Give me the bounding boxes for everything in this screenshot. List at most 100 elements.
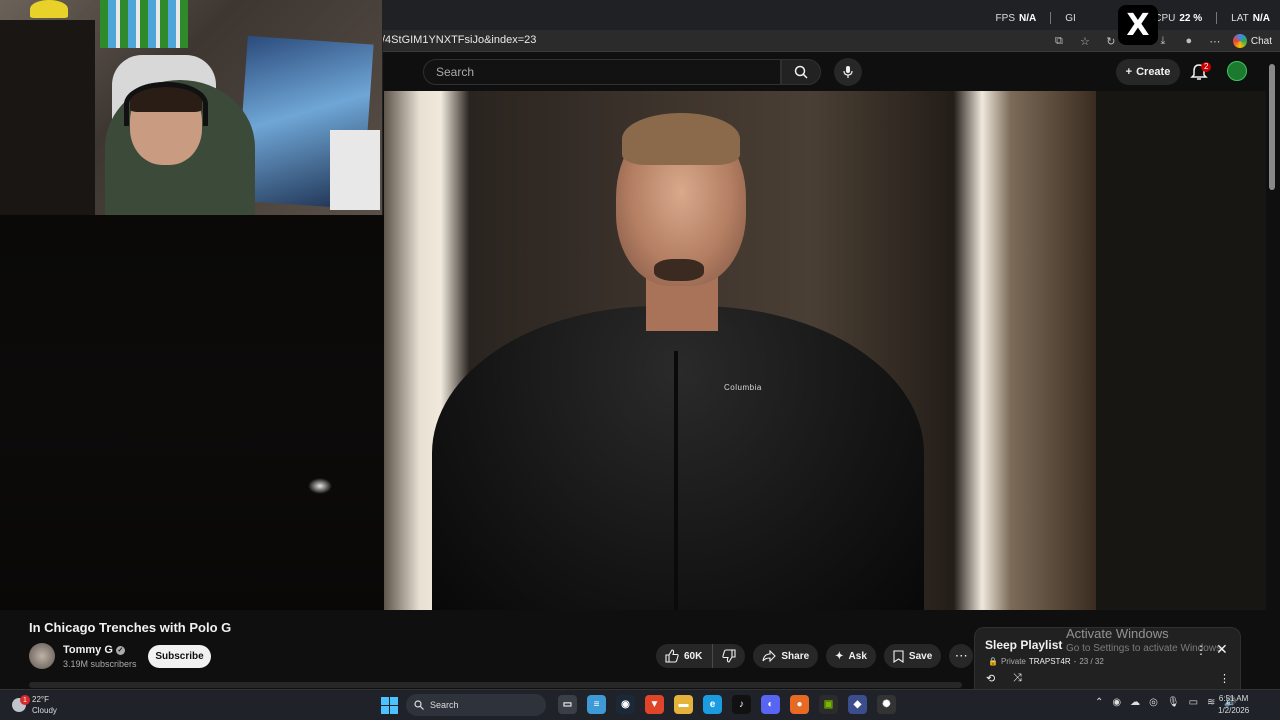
webcam-yellow-hat (30, 0, 68, 18)
verified-badge-icon: ✓ (115, 645, 125, 655)
webcam-pixel-poster (100, 0, 188, 48)
discord-icon[interactable]: ◐ (761, 695, 780, 714)
shuffle-icon[interactable]: ⤨ (1013, 672, 1022, 685)
ask-label: Ask (848, 650, 867, 662)
loop-icon[interactable]: ⟲ (986, 672, 995, 685)
location-icon[interactable]: ◎ (1149, 697, 1158, 708)
weather-text: 22°F Cloudy (32, 694, 57, 716)
microphone-icon[interactable]: 🎙 (1167, 697, 1180, 708)
youtube-header: Search + Create 2 (383, 52, 1280, 90)
chat-button[interactable]: Chat (1232, 34, 1272, 48)
video-subject-hair (622, 113, 740, 165)
playlist-meta: 🔒 Private TRAPST4R - 23 / 32 (988, 657, 1104, 666)
like-count: 60K (684, 650, 703, 662)
weather-description: Cloudy (32, 706, 57, 715)
video-subject-beard (654, 259, 704, 281)
notepad-icon[interactable]: ≡ (587, 695, 606, 714)
notification-count-badge: 2 (1201, 62, 1212, 72)
lock-icon: 🔒 (988, 657, 998, 666)
ask-button[interactable]: ✦ Ask (826, 644, 876, 668)
start-button-icon[interactable] (381, 697, 398, 714)
webcam-shoe-shelf (0, 20, 95, 215)
search-input[interactable]: Search (423, 59, 781, 85)
task-view-icon[interactable]: ▭ (558, 695, 577, 714)
show-hidden-icons-icon[interactable]: ⌃ (1095, 697, 1103, 708)
brave-icon[interactable]: ▼ (645, 695, 664, 714)
steam-icon[interactable]: ◉ (616, 695, 635, 714)
jacket-brand-logo: Columbia (724, 383, 762, 392)
more-actions-button[interactable]: ⋯ (949, 644, 974, 668)
browser-toolbar: ⧉ ☆ ↻ ✦ ⤓ ● ⋯ Chat (1051, 32, 1272, 50)
favorite-star-icon[interactable]: ☆ (1077, 33, 1093, 49)
video-subject-jacket (432, 306, 924, 610)
playlist-privacy: Private (1000, 657, 1026, 666)
channel-name[interactable]: Tommy G ✓ (63, 644, 125, 656)
share-icon (762, 650, 777, 662)
description-box-edge (29, 682, 962, 688)
search-placeholder: Search (436, 65, 475, 79)
taskbar-search[interactable]: Search (406, 694, 546, 716)
thumbs-down-icon (722, 649, 736, 663)
background-light (308, 478, 332, 494)
account-avatar[interactable] (1227, 61, 1247, 81)
clock-time: 6:51 AM (1218, 694, 1249, 703)
clock-date: 1/2/2026 (1218, 706, 1250, 715)
webcam-overlay (0, 0, 383, 215)
cpu-stat: CPU 22 % (1154, 12, 1203, 24)
voice-search-button[interactable] (834, 58, 862, 86)
create-button[interactable]: + Create (1116, 59, 1180, 85)
more-horizontal-icon: ⋯ (954, 648, 968, 663)
steam-tray-icon[interactable]: ◉ (1112, 697, 1121, 708)
weather-widget[interactable]: 1 22°F Cloudy (12, 694, 57, 716)
refresh-extension-icon[interactable]: ↻ (1103, 33, 1119, 49)
copilot-icon (1232, 34, 1247, 48)
file-explorer-icon[interactable]: ▬ (674, 695, 693, 714)
video-player[interactable]: Columbia (384, 91, 1096, 610)
search-button[interactable] (781, 59, 821, 85)
app-icon[interactable]: ◆ (848, 695, 867, 714)
onedrive-icon[interactable]: ☁ (1130, 697, 1140, 708)
search-icon (794, 65, 808, 79)
tiktok-icon[interactable]: ♪ (732, 695, 751, 714)
chatgpt-icon[interactable]: ✺ (877, 695, 896, 714)
share-button[interactable]: Share (753, 644, 819, 668)
subscriber-count: 3.19M subscribers (63, 659, 137, 669)
fps-stat: FPS N/A (995, 12, 1037, 24)
profile-avatar-icon[interactable]: ● (1181, 33, 1197, 49)
plus-icon: + (1125, 66, 1133, 78)
playlist-position: 23 / 32 (1079, 657, 1104, 666)
playlist-owner[interactable]: TRAPST4R (1029, 657, 1071, 666)
chat-label: Chat (1250, 35, 1272, 47)
firefox-icon[interactable]: ● (790, 695, 809, 714)
playlist-title[interactable]: Sleep Playlist (985, 638, 1062, 652)
display-icon[interactable]: ▭ (1189, 697, 1198, 708)
x-logo-icon: X (1118, 5, 1158, 45)
dislike-button[interactable] (713, 644, 745, 668)
like-button[interactable]: 60K (656, 644, 714, 668)
playlist-separator: - (1073, 657, 1077, 666)
nvidia-icon[interactable]: ▣ (819, 695, 838, 714)
cloud-icon: 1 (12, 695, 30, 712)
wifi-icon[interactable]: ≋ (1207, 697, 1215, 708)
jacket-zipper (674, 351, 678, 610)
video-letterbox-right (1096, 91, 1266, 610)
subscribe-button[interactable]: Subscribe (148, 645, 211, 668)
channel-avatar[interactable] (29, 643, 55, 669)
video-title: In Chicago Trenches with Polo G (29, 620, 232, 635)
taskbar-apps: ▭ ≡ ◉ ▼ ▬ e ♪ ◐ ● ▣ ◆ ✺ (558, 695, 896, 714)
search-icon (414, 700, 424, 710)
save-button[interactable]: Save (883, 644, 942, 668)
edge-icon[interactable]: e (703, 695, 722, 714)
page-scrollbar[interactable] (1269, 64, 1275, 190)
weather-temperature: 22°F (32, 695, 49, 704)
playlist-more-icon[interactable]: ⋮ (1219, 672, 1230, 685)
video-letterbox-left (0, 215, 384, 610)
share-label: Share (781, 650, 810, 662)
activate-windows-watermark: Activate Windows (1066, 626, 1169, 641)
taskbar-clock[interactable]: 6:51 AM 1/2/2026 (1218, 693, 1249, 717)
more-menu-icon[interactable]: ⋯ (1207, 33, 1223, 49)
stat-divider (1050, 12, 1052, 24)
split-screen-icon[interactable]: ⧉ (1051, 33, 1067, 49)
address-url[interactable]: /4StGIM1YNXTFsiJo&index=23 (382, 34, 536, 46)
windows-taskbar: 1 22°F Cloudy Search ▭ ≡ ◉ ▼ ▬ e ♪ ◐ ● ▣… (0, 689, 1280, 720)
